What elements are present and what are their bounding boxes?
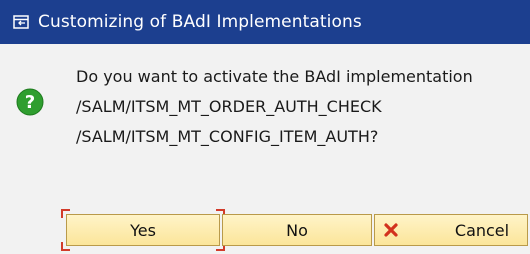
yes-button[interactable]: Yes xyxy=(61,209,225,251)
no-button-label: No xyxy=(286,220,308,240)
dialog-body: ? Do you want to activate the BAdI imple… xyxy=(0,44,530,204)
yes-button-label: Yes xyxy=(130,220,156,240)
message-line: /SALM/ITSM_MT_ORDER_AUTH_CHECK xyxy=(76,97,382,116)
cancel-x-icon xyxy=(383,222,399,238)
question-icon: ? xyxy=(16,88,44,116)
cancel-button-label: Cancel xyxy=(454,220,510,240)
svg-text:?: ? xyxy=(25,92,35,113)
title-bar[interactable]: Customizing of BAdI Implementations xyxy=(0,0,530,44)
button-bar: Yes No Cancel xyxy=(0,204,530,254)
focus-marker xyxy=(61,242,70,251)
dialog-window: Customizing of BAdI Implementations ? Do… xyxy=(0,0,530,254)
dialog-icon xyxy=(12,13,30,31)
message-line: /SALM/ITSM_MT_CONFIG_ITEM_AUTH? xyxy=(76,127,379,146)
dialog-title: Customizing of BAdI Implementations xyxy=(38,12,362,32)
cancel-button[interactable]: Cancel xyxy=(374,214,528,246)
message-text: Do you want to activate the BAdI impleme… xyxy=(76,62,516,152)
focus-marker xyxy=(61,209,70,218)
message-line: Do you want to activate the BAdI impleme… xyxy=(76,67,473,86)
no-button[interactable]: No xyxy=(222,214,372,246)
